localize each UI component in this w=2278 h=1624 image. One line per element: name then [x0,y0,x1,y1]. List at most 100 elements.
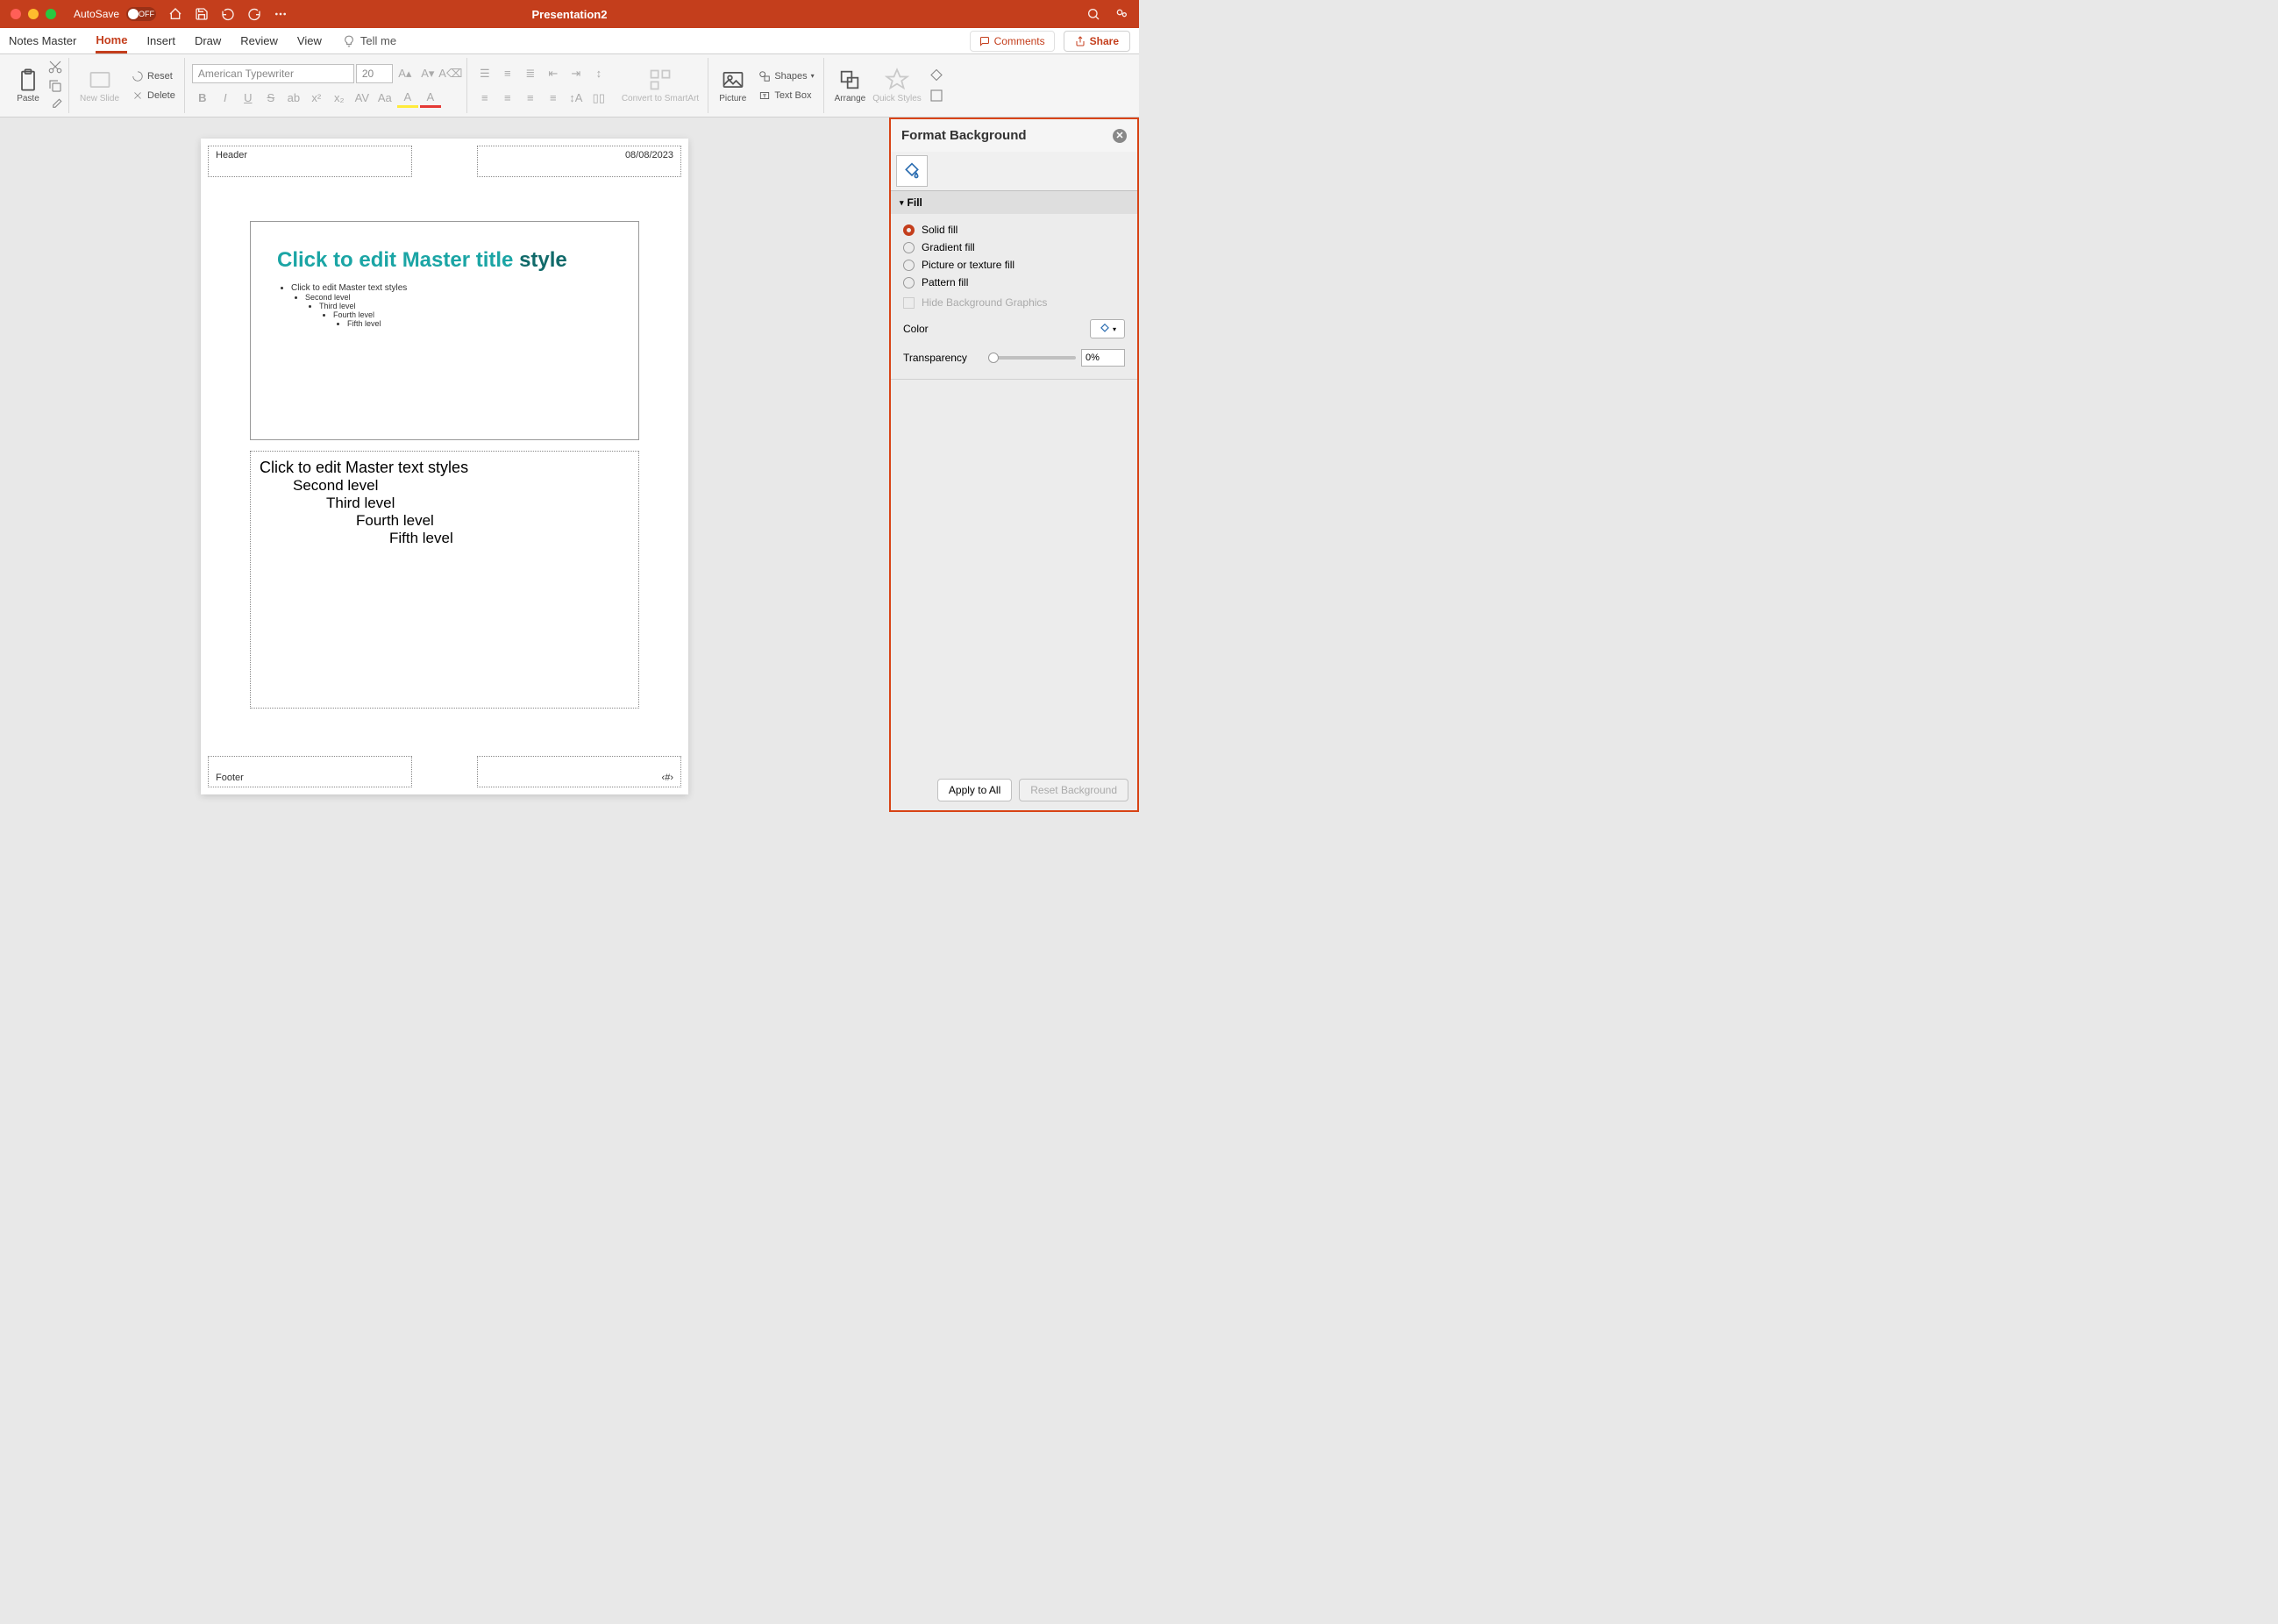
shape-fill-icon[interactable] [929,68,944,84]
font-color-icon[interactable]: A [420,89,441,108]
undo-icon[interactable] [221,7,235,21]
fill-section: ▾ Fill Solid fill Gradient fill Picture … [891,191,1137,380]
comment-icon [979,36,990,46]
arrange-group: Arrange Quick Styles [826,58,950,113]
notes-text-placeholder[interactable]: Click to edit Master text styles Second … [250,451,639,709]
transparency-label: Transparency [903,352,967,364]
copy-icon[interactable] [47,78,63,94]
slide-body: Click to edit Master text styles Second … [277,283,612,328]
picture-fill-radio[interactable]: Picture or texture fill [903,256,1125,274]
share-icon [1075,36,1086,46]
underline-button[interactable]: U [238,89,259,108]
smartart-icon [648,68,673,92]
strikethrough-icon[interactable]: ab [283,89,304,108]
tab-review[interactable]: Review [240,28,278,53]
title-bar: AutoSave OFF Presentation2 [0,0,1139,28]
share-button[interactable]: Share [1064,31,1130,52]
header-placeholder[interactable]: Header [208,146,412,177]
pane-title: Format Background [901,128,1027,143]
notes-page: Header 08/08/2023 Click to edit Master t… [201,139,688,794]
tab-home[interactable]: Home [96,28,127,53]
radio-icon [903,277,915,288]
solid-fill-radio[interactable]: Solid fill [903,221,1125,239]
format-painter-icon[interactable] [47,97,63,113]
color-picker-button[interactable]: ▾ [1090,319,1125,338]
superscript-icon[interactable]: x² [306,89,327,108]
highlight-icon[interactable]: A [397,89,418,108]
justify-icon[interactable]: ≡ [543,89,564,108]
gradient-fill-radio[interactable]: Gradient fill [903,239,1125,256]
tellme-label: Tell me [360,34,396,47]
more-icon[interactable] [274,7,288,21]
strike-button[interactable]: S [260,89,281,108]
align-left-icon[interactable]: ≡ [474,89,495,108]
clipboard-icon [16,68,40,92]
save-icon[interactable] [195,7,209,21]
collaborators-icon[interactable] [1114,7,1128,21]
insert-group: Picture Shapes ▾ Text Box [710,58,823,113]
search-icon[interactable] [1086,7,1100,21]
columns-icon[interactable]: ▯▯ [588,89,609,108]
minimize-window-button[interactable] [28,9,39,19]
arrange-button[interactable]: Arrange [831,66,870,105]
autosave-toggle[interactable]: OFF [126,7,156,21]
radio-icon [903,242,915,253]
ribbon: Paste New Slide Reset Delete [0,54,1139,118]
multilevel-icon[interactable]: ≣ [520,64,541,83]
transparency-slider[interactable] [988,356,1076,360]
window-controls [11,9,56,19]
numbering-icon[interactable]: ≡ [497,64,518,83]
maximize-window-button[interactable] [46,9,56,19]
char-spacing-icon[interactable]: AV [352,89,373,108]
autosave-state: OFF [139,10,154,18]
font-size-select[interactable] [356,64,393,83]
transparency-row: Transparency [903,344,1125,372]
italic-button[interactable]: I [215,89,236,108]
align-right-icon[interactable]: ≡ [520,89,541,108]
paragraph-group: ☰ ≡ ≣ ⇤ ⇥ ↕ ≡ ≡ ≡ ≡ ↕A ▯▯ Convert to Sma… [469,58,708,113]
paste-button[interactable]: Paste [12,66,44,105]
tab-view[interactable]: View [297,28,322,53]
bold-button[interactable]: B [192,89,213,108]
increase-indent-icon[interactable]: ⇥ [566,64,587,83]
footer-placeholder[interactable]: Footer [208,756,412,787]
redo-icon[interactable] [247,7,261,21]
increase-font-icon[interactable]: A▴ [395,64,416,83]
share-label: Share [1090,35,1119,47]
text-direction-icon[interactable]: ↕A [566,89,587,108]
comments-button[interactable]: Comments [970,31,1055,52]
clear-format-icon[interactable]: A⌫ [440,64,461,83]
shapes-icon [758,70,771,82]
paint-bucket-icon [1099,323,1111,335]
text-box-button[interactable]: Text Box [755,88,817,103]
apply-to-all-button[interactable]: Apply to All [937,779,1012,801]
shape-outline-icon[interactable] [929,88,944,103]
change-case-icon[interactable]: Aa [374,89,395,108]
line-spacing-icon[interactable]: ↕ [588,64,609,83]
tab-draw[interactable]: Draw [195,28,221,53]
close-window-button[interactable] [11,9,21,19]
slide-thumbnail[interactable]: Click to edit Master title style Click t… [250,221,639,440]
canvas[interactable]: Header 08/08/2023 Click to edit Master t… [0,118,889,812]
tab-insert[interactable]: Insert [146,28,175,53]
page-number-placeholder[interactable]: ‹#› [477,756,681,787]
cut-icon[interactable] [47,59,63,75]
decrease-font-icon[interactable]: A▾ [417,64,438,83]
home-icon[interactable] [168,7,182,21]
align-center-icon[interactable]: ≡ [497,89,518,108]
pane-close-button[interactable]: ✕ [1113,129,1127,143]
fill-section-header[interactable]: ▾ Fill [891,191,1137,214]
font-name-select[interactable] [192,64,354,83]
bullets-icon[interactable]: ☰ [474,64,495,83]
tab-notes-master[interactable]: Notes Master [9,28,76,53]
decrease-indent-icon[interactable]: ⇤ [543,64,564,83]
picture-button[interactable]: Picture [715,66,750,105]
pattern-fill-radio[interactable]: Pattern fill [903,274,1125,291]
subscript-icon[interactable]: x₂ [329,89,350,108]
shapes-button[interactable]: Shapes ▾ [755,68,817,84]
reset-background-button: Reset Background [1019,779,1128,801]
fill-tab-button[interactable] [896,155,928,187]
date-placeholder[interactable]: 08/08/2023 [477,146,681,177]
transparency-input[interactable] [1081,349,1125,367]
tell-me-search[interactable]: Tell me [343,34,396,47]
